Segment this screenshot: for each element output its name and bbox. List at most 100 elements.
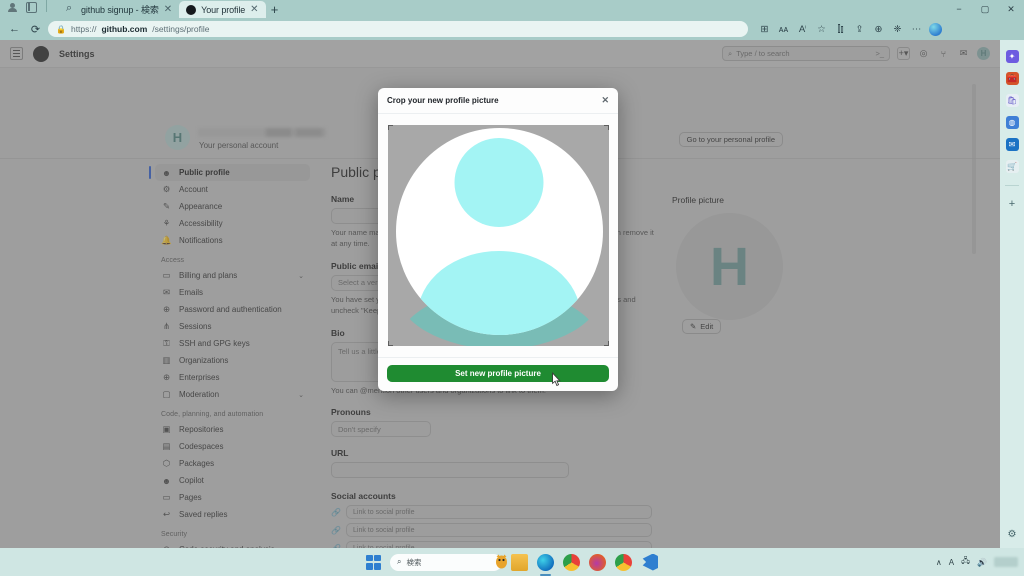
new-tab-button[interactable]: + — [266, 1, 284, 18]
copilot-icon[interactable] — [927, 21, 944, 38]
gear-icon[interactable]: ⚙ — [1008, 529, 1017, 540]
social-row: 🔗 Link to social profile — [331, 523, 671, 538]
favorites-add-icon[interactable]: ⇪ — [851, 21, 868, 38]
file-explorer-icon[interactable] — [511, 553, 528, 571]
sidebar-item-billing-and-plans[interactable]: ▭ Billing and plans ⌄ — [155, 267, 310, 284]
sidebar-item-label: Appearance — [179, 202, 223, 211]
shopping-icon[interactable]: 🛍 — [1005, 94, 1019, 107]
link-icon: 🔗 — [331, 525, 341, 535]
pull-requests-icon[interactable]: ⑂ — [937, 47, 950, 60]
split-screen-icon[interactable]: ⊞ — [756, 21, 773, 38]
search-input[interactable]: ⌕ Type / to search >_ — [722, 46, 890, 61]
vscode-icon[interactable] — [642, 553, 658, 571]
reload-icon[interactable]: ⟳ — [27, 21, 44, 38]
create-new-button[interactable]: +▾ — [897, 47, 910, 60]
sidebar-item-notifications[interactable]: 🔔 Notifications — [155, 232, 310, 249]
social-link-input-1[interactable]: Link to social profile — [346, 505, 652, 520]
edge-icon[interactable] — [537, 553, 554, 576]
taskbar-search-input[interactable]: ⌕ 検索 — [390, 553, 507, 571]
close-window-button[interactable]: ✕ — [998, 0, 1024, 18]
tab-github-signup[interactable]: github signup - 検索 ✕ — [59, 1, 179, 18]
store-icon[interactable]: 🛒 — [1005, 160, 1019, 173]
inbox-icon[interactable]: ✉ — [957, 47, 970, 60]
set-new-profile-picture-button[interactable]: Set new profile picture — [387, 365, 609, 382]
edit-profile-picture-button[interactable]: ✎ Edit — [682, 319, 722, 334]
close-icon[interactable]: ✕ — [250, 4, 258, 15]
clock-redacted[interactable] — [994, 557, 1018, 567]
mail-icon: ✉ — [162, 287, 171, 297]
sidebar-item-accessibility[interactable]: ⚘ Accessibility — [155, 215, 310, 232]
add-sidebar-app-button[interactable]: + — [1009, 198, 1015, 210]
chevron-down-icon[interactable]: ⌄ — [298, 272, 304, 280]
sidebar-item-emails[interactable]: ✉ Emails — [155, 284, 310, 301]
page-scrollbar[interactable] — [972, 84, 976, 254]
sidebar-item-organizations[interactable]: ▥ Organizations — [155, 352, 310, 369]
crop-handle-top-left[interactable] — [387, 125, 393, 130]
read-aloud-icon[interactable]: ᴀᴀ — [775, 21, 792, 38]
sidebar-item-codespaces[interactable]: ▤ Codespaces — [155, 438, 310, 455]
sidebar-item-copilot[interactable]: ☻ Copilot — [155, 472, 310, 489]
field-label-url: URL — [331, 448, 349, 459]
gear-icon: ⚙ — [162, 184, 171, 194]
sidebar-item-appearance[interactable]: ✎ Appearance — [155, 198, 310, 215]
sidebar-item-ssh-and-gpg-keys[interactable]: ⚿ SSH and GPG keys — [155, 335, 310, 352]
crop-handle-bottom-right[interactable] — [603, 341, 609, 346]
profile-picture-avatar: H — [676, 213, 783, 320]
sidebar-item-packages[interactable]: ⬡ Packages — [155, 455, 310, 472]
url-field[interactable] — [331, 462, 569, 479]
pronouns-select[interactable]: Don't specify — [331, 421, 431, 438]
profile-avatar-icon[interactable] — [8, 2, 19, 13]
close-icon[interactable]: ✕ — [601, 95, 609, 106]
chrome-canary-icon[interactable] — [615, 553, 632, 571]
sidebar-item-repositories[interactable]: ▣ Repositories — [155, 421, 310, 438]
sidebar-item-public-profile[interactable]: ☻ Public profile — [149, 164, 310, 181]
network-icon[interactable]: 🖧 — [961, 555, 970, 569]
sidebar-item-moderation[interactable]: ▢ Moderation ⌄ — [155, 386, 310, 403]
github-mark-icon[interactable] — [33, 45, 49, 62]
firefox-icon[interactable] — [589, 553, 606, 571]
menu-icon[interactable] — [10, 47, 23, 60]
crop-stage[interactable] — [387, 125, 609, 346]
sidebar-item-saved-replies[interactable]: ↩ Saved replies — [155, 506, 310, 523]
volume-icon[interactable]: 🔊 — [977, 558, 987, 567]
social-link-input-2[interactable]: Link to social profile — [346, 523, 652, 538]
sidebar-item-enterprises[interactable]: ⊕ Enterprises — [155, 369, 310, 386]
favorite-star-icon[interactable]: ☆ — [813, 21, 830, 38]
settings-more-icon[interactable]: ⋯ — [908, 21, 925, 38]
sidebar-item-account[interactable]: ⚙ Account — [155, 181, 310, 198]
minimize-button[interactable]: − — [946, 0, 972, 18]
extensions-icon[interactable]: ❈ — [889, 21, 906, 38]
command-palette-icon[interactable]: >_ — [875, 49, 884, 58]
ime-indicator[interactable]: A — [949, 558, 954, 567]
issues-icon[interactable]: ◎ — [917, 47, 930, 60]
browser-essentials-icon[interactable]: ⊕ — [870, 21, 887, 38]
go-to-personal-profile-button[interactable]: Go to your personal profile — [678, 132, 783, 147]
sidebar-item-pages[interactable]: ▭ Pages — [155, 489, 310, 506]
codespaces-icon: ▤ — [162, 441, 171, 451]
drop-icon[interactable]: ◍ — [1005, 116, 1019, 129]
tools-icon[interactable]: 🧰 — [1005, 72, 1019, 85]
tray-chevron-icon[interactable]: ∧ — [936, 558, 942, 567]
avatar[interactable]: H — [977, 47, 990, 60]
font-style-icon[interactable]: Aᴵ — [794, 21, 811, 38]
outlook-icon[interactable]: ✉ — [1005, 138, 1019, 151]
search-icon: ⌕ — [728, 48, 733, 58]
sidebar-item-label: Moderation — [179, 390, 220, 399]
url-input[interactable]: 🔒 https:// github.com/settings/profile — [48, 21, 748, 37]
account-subtitle: Your personal account — [199, 141, 279, 150]
chrome-icon[interactable] — [563, 553, 580, 571]
tab-your-profile[interactable]: Your profile ✕ — [179, 1, 266, 18]
crop-handle-top-right[interactable] — [603, 125, 609, 130]
maximize-button[interactable]: ▢ — [972, 0, 998, 18]
sidebar-item-password-and-authentication[interactable]: ⊕ Password and authentication — [155, 301, 310, 318]
collections-icon[interactable]: ⫿⫾ — [832, 21, 849, 38]
crop-handle-bottom-left[interactable] — [387, 341, 393, 346]
github-header: Settings ⌕ Type / to search >_ +▾ ◎ ⑂ ✉ … — [0, 40, 1000, 68]
start-icon[interactable] — [366, 554, 381, 570]
tab-actions-icon[interactable] — [26, 2, 37, 13]
close-icon[interactable]: ✕ — [164, 4, 172, 15]
copilot-icon[interactable]: ✦ — [1005, 50, 1019, 63]
sidebar-item-sessions[interactable]: ⋔ Sessions — [155, 318, 310, 335]
back-icon[interactable]: ← — [6, 21, 23, 38]
chevron-down-icon[interactable]: ⌄ — [298, 391, 304, 399]
